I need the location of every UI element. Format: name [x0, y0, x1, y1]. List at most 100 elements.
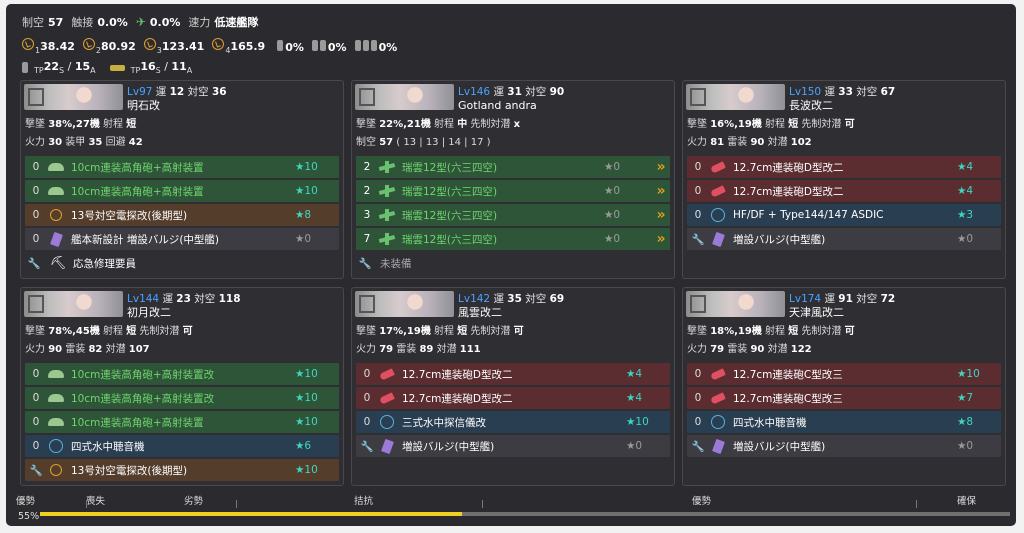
ship-card[interactable]: Lv142 運 35 対空 69 風雲改二 撃墜 17%,19機 射程 短 先制対潜…	[351, 287, 675, 486]
equipment-slot[interactable]: 0 10cm連装高角砲+高射装置改 ★10	[25, 363, 339, 385]
text-label: 102	[790, 137, 812, 148]
stage-parity: 拮抗	[354, 496, 374, 507]
equipment-slot[interactable]: 0 10cm連装高角砲+高射装置 ★10	[25, 411, 339, 433]
expansion-slot[interactable]: 🔧 ⛏ 応急修理要員	[25, 252, 339, 274]
proficiency-icon: »	[656, 183, 665, 199]
drum-icon	[319, 39, 326, 51]
text-label: 先制対潜	[467, 326, 514, 337]
equipment-slot[interactable]: 0 10cm連装高角砲+高射装置 ★10	[25, 156, 339, 178]
equipment-slot[interactable]: 0 10cm連装高角砲+高射装置 ★10	[25, 180, 339, 202]
equipment-slot[interactable]: 0 四式水中聴音機 ★6	[25, 435, 339, 457]
ship-stats-2: 火力 30 装甲 35 回避 42	[25, 133, 143, 148]
equipment-slot[interactable]: 7 瑞雲12型(六三四空) ★0 »	[356, 228, 670, 250]
equipment-slot[interactable]: 0 12.7cm連装砲C型改三 ★10	[687, 363, 1001, 385]
text-label: 射程	[430, 326, 458, 337]
equipment-slot[interactable]: 0 三式水中探信儀改 ★10	[356, 411, 670, 433]
air-superiority-bar: 優勢 55% 喪失 劣勢 拮抗 優勢 確保	[16, 491, 1010, 522]
expansion-slot[interactable]: 🔧 増設バルジ(中型艦) ★0	[687, 435, 1001, 457]
ship-stats-1: 撃墜 18%,19機 射程 短 先制対潜 可	[687, 322, 855, 337]
ship-stats-2: 火力 90 雷装 82 対潜 107	[25, 340, 150, 355]
slot-count: 0	[363, 368, 371, 380]
expansion-slot[interactable]: 🔧 増設バルジ(中型艦) ★0	[687, 228, 1001, 250]
tp-row: TP22S / 15A TP16S / 11A	[22, 60, 192, 75]
equipment-slot[interactable]: 0 HF/DF + Type144/147 ASDIC ★3	[687, 204, 1001, 226]
proficiency-icon: »	[656, 159, 665, 175]
equipment-slot[interactable]: 0 四式水中聴音機 ★8	[687, 411, 1001, 433]
text-label: A	[90, 66, 96, 75]
drum-icon	[311, 39, 318, 51]
text-label: 0%	[285, 40, 304, 54]
ship-banner	[355, 291, 454, 317]
ship-banner	[686, 84, 785, 110]
speed-value: 低速艦隊	[214, 16, 259, 29]
text-label: 79	[379, 344, 394, 355]
slot-label: 10cm連装高角砲+高射装置改	[71, 368, 215, 381]
text-label: A	[186, 66, 193, 75]
expansion-slot[interactable]: 🔧 13号対空電探改(後期型) ★10	[25, 459, 339, 481]
slot-count: 0	[694, 368, 702, 380]
text-label: 対空	[856, 293, 878, 305]
gun-icon	[47, 367, 65, 381]
proficiency-icon: »	[656, 231, 665, 247]
slot-label: 12.7cm連装砲C型改三	[733, 392, 843, 405]
tp-a: TP22S / 15A	[34, 60, 96, 75]
slot-improvement: ★0	[604, 233, 621, 245]
text-label: 雷装	[724, 344, 751, 355]
text-label: 制空	[356, 137, 380, 148]
ship-stats-2: 火力 79 雷装 90 対潜 122	[687, 340, 812, 355]
ship-card[interactable]: Lv97 運 12 対空 36 明石改 撃墜 38%,27機 射程 短火力 30 装…	[20, 80, 344, 279]
text-label: 射程	[99, 326, 127, 337]
ship-card[interactable]: Lv144 運 23 対空 118 初月改二 撃墜 78%,45機 射程 短 先制対…	[20, 287, 344, 486]
text-label: 運	[824, 293, 835, 305]
text-label: 可	[182, 326, 193, 337]
text-label: 122	[790, 344, 812, 355]
slot-improvement: ★10	[295, 185, 318, 197]
text-label: 火力	[25, 137, 49, 148]
ship-card[interactable]: Lv146 運 31 対空 90 Gotland andra 撃墜 22%,21機 …	[351, 80, 675, 279]
slot-count: 0	[694, 392, 702, 404]
equipment-slot[interactable]: 0 10cm連装高角砲+高射装置改 ★10	[25, 387, 339, 409]
slot-label: 増設バルジ(中型艦)	[402, 440, 495, 453]
ship-card[interactable]: Lv174 運 91 対空 72 天津風改二 撃墜 18%,19機 射程 短 先制対…	[682, 287, 1006, 486]
los-item: 280.92	[82, 38, 136, 55]
text-label: 165.9	[230, 40, 266, 53]
ship-aa: 36	[211, 86, 227, 98]
gun-icon	[47, 415, 65, 429]
text-label: 撃墜	[687, 119, 711, 130]
plane-icon: ✈	[135, 15, 146, 29]
equipment-slot[interactable]: 2 瑞雲12型(六三四空) ★0 »	[356, 180, 670, 202]
text-label: 火力	[687, 344, 711, 355]
ship-level: Lv97	[127, 86, 153, 98]
text-label: x	[513, 119, 521, 130]
slot-label: 10cm連装高角砲+高射装置	[71, 161, 204, 174]
text-label: 対空	[856, 86, 878, 98]
equipment-slot[interactable]: 0 12.7cm連装砲D型改二 ★4	[687, 156, 1001, 178]
ship-luck: 91	[838, 293, 853, 305]
text-label: 装甲	[62, 137, 89, 148]
tp-b: TP16S / 11A	[131, 60, 193, 75]
text-label: 90	[750, 137, 765, 148]
equipment-slot[interactable]: 3 瑞雲12型(六三四空) ★0 »	[356, 204, 670, 226]
gun-icon	[47, 160, 65, 174]
text-label: 射程	[99, 119, 127, 130]
slot-label: 瑞雲12型(六三四空)	[402, 233, 498, 246]
text-label: 対空	[187, 86, 209, 98]
text-label: 短	[457, 326, 468, 337]
ship-card[interactable]: Lv150 運 33 対空 67 長波改二 撃墜 16%,19機 射程 短 先制対潜…	[682, 80, 1006, 279]
equipment-slot[interactable]: 0 12.7cm連装砲C型改三 ★7	[687, 387, 1001, 409]
slot-count: 2	[363, 161, 371, 173]
expansion-slot[interactable]: 🔧 未装備	[356, 252, 670, 274]
slot-label: 10cm連装高角砲+高射装置改	[71, 392, 215, 405]
text-label: ( 13 | 13 | 14 | 17 )	[393, 137, 491, 148]
los-icon	[82, 38, 95, 50]
equipment-slot[interactable]: 0 12.7cm連装砲D型改二 ★4	[356, 363, 670, 385]
equipment-slot[interactable]: 2 瑞雲12型(六三四空) ★0 »	[356, 156, 670, 178]
ship-header: Lv97 運 12 対空 36 明石改	[127, 86, 227, 113]
slot-label: 四式水中聴音機	[733, 416, 807, 429]
equipment-slot[interactable]: 0 艦本新設計 増設バルジ(中型艦) ★0	[25, 228, 339, 250]
equipment-slot[interactable]: 0 12.7cm連装砲D型改二 ★4	[687, 180, 1001, 202]
ship-stats-1: 撃墜 16%,19機 射程 短 先制対潜 可	[687, 115, 855, 130]
equipment-slot[interactable]: 0 13号対空電探改(後期型) ★8	[25, 204, 339, 226]
equipment-slot[interactable]: 0 12.7cm連装砲D型改二 ★4	[356, 387, 670, 409]
expansion-slot[interactable]: 🔧 増設バルジ(中型艦) ★0	[356, 435, 670, 457]
